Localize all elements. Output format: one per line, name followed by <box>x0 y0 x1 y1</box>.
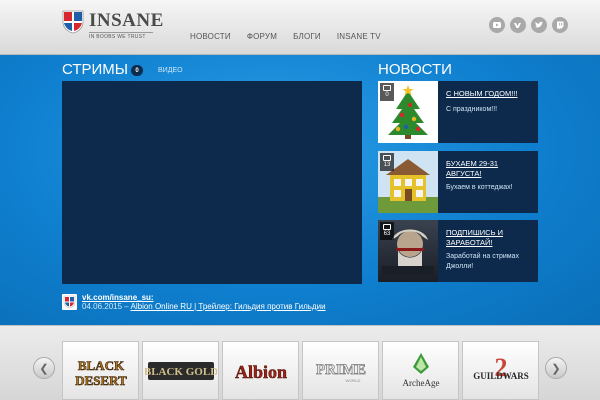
nav-item-insane-tv[interactable]: INSANE TV <box>337 32 381 41</box>
comment-icon <box>383 85 391 91</box>
svg-text:WORLD: WORLD <box>345 378 360 383</box>
vk-group-link[interactable]: vk.com/insane_su: <box>82 293 154 302</box>
comment-icon <box>383 155 391 161</box>
comment-count: 63 <box>383 231 391 237</box>
main-nav: НОВОСТИ ФОРУМ БЛОГИ INSANE TV <box>190 32 397 41</box>
game-black-desert[interactable]: BLACK DESERT <box>62 341 139 400</box>
stream-player[interactable] <box>62 81 362 284</box>
logo-tagline: IN BOOBS WE TRUST <box>89 32 153 40</box>
vk-icon[interactable] <box>510 17 526 33</box>
news-description: С праздником!!! <box>446 106 498 113</box>
game-logo: BLACK GOLD <box>145 361 217 380</box>
news-item[interactable]: 13 БУХАЕМ 29-31 АВГУСТА! Бухаем в коттед… <box>378 151 538 213</box>
news-headline[interactable]: БУХАЕМ 29-31 АВГУСТА! <box>446 159 532 179</box>
tab-video[interactable]: ВИДЕО <box>158 67 183 74</box>
nav-item-news[interactable]: НОВОСТИ <box>190 32 231 41</box>
site-header: INSANE IN BOOBS WE TRUST НОВОСТИ ФОРУМ Б… <box>0 0 600 55</box>
vk-post-date: 04.06.2015 – <box>82 302 131 311</box>
social-links <box>489 17 568 33</box>
game-prime-world[interactable]: PRIME WORLD <box>302 341 379 400</box>
vk-latest-post: 04.06.2015 – Albion Online RU | Трейлер:… <box>82 302 326 311</box>
svg-text:BLACK GOLD: BLACK GOLD <box>145 366 217 378</box>
game-logo: 2 GUILDWARS <box>473 353 529 382</box>
twitch-icon[interactable] <box>552 17 568 33</box>
shield-logo-icon <box>62 10 84 34</box>
nav-item-blogs[interactable]: БЛОГИ <box>293 32 321 41</box>
comment-count-badge: 63 <box>380 222 394 240</box>
carousel-prev-button[interactable]: ❮ <box>33 357 55 379</box>
news-description: Заработай на стримах Джолли! <box>446 253 519 270</box>
game-logo: Albion <box>234 361 287 382</box>
game-archeage[interactable]: ArcheAge <box>382 341 459 400</box>
game-logo: BLACK DESERT <box>74 357 127 388</box>
game-logo: ArcheAge <box>402 352 439 388</box>
svg-text:ArcheAge: ArcheAge <box>402 378 439 388</box>
svg-text:Albion: Albion <box>234 362 286 382</box>
svg-text:PRIME: PRIME <box>316 362 366 378</box>
streams-heading: СТРИМЫ <box>62 61 129 78</box>
streams-count-badge: 0 <box>131 65 143 76</box>
nav-item-forum[interactable]: ФОРУМ <box>247 32 277 41</box>
chevron-left-icon: ❮ <box>39 362 49 375</box>
twitter-icon[interactable] <box>531 17 547 33</box>
game-guild-wars-2[interactable]: 2 GUILDWARS <box>462 341 539 400</box>
news-heading: НОВОСТИ <box>378 61 452 78</box>
news-headline[interactable]: С НОВЫМ ГОДОМ!!! <box>446 89 532 99</box>
news-item[interactable]: 0 С НОВЫМ ГОДОМ!!! С праздником!!! <box>378 81 538 143</box>
comment-icon <box>383 224 391 230</box>
site-logo[interactable]: INSANE IN BOOBS WE TRUST <box>62 10 164 42</box>
vk-post-icon <box>62 294 77 310</box>
game-black-gold[interactable]: BLACK GOLD <box>142 341 219 400</box>
comment-count: 0 <box>385 92 389 98</box>
game-albion[interactable]: Albion <box>222 341 299 400</box>
comment-count-badge: 0 <box>380 83 394 101</box>
svg-text:DESERT: DESERT <box>75 373 127 388</box>
youtube-icon[interactable] <box>489 17 505 33</box>
comment-count: 13 <box>383 162 391 168</box>
comment-count-badge: 13 <box>380 153 394 171</box>
news-item[interactable]: 63 ПОДПИШИСЬ И ЗАРАБОТАЙ! Заработай на с… <box>378 220 538 282</box>
svg-text:GUILDWARS: GUILDWARS <box>473 371 529 381</box>
vk-post-link[interactable]: Albion Online RU | Трейлер: Гильдия прот… <box>131 302 326 311</box>
logo-text: INSANE <box>89 10 164 31</box>
chevron-right-icon: ❯ <box>551 362 561 375</box>
svg-text:BLACK: BLACK <box>77 358 124 373</box>
news-description: Бухаем в коттеджах! <box>446 184 513 191</box>
news-headline[interactable]: ПОДПИШИСЬ И ЗАРАБОТАЙ! <box>446 228 532 248</box>
game-logo: PRIME WORLD <box>315 361 366 383</box>
carousel-next-button[interactable]: ❯ <box>545 357 567 379</box>
